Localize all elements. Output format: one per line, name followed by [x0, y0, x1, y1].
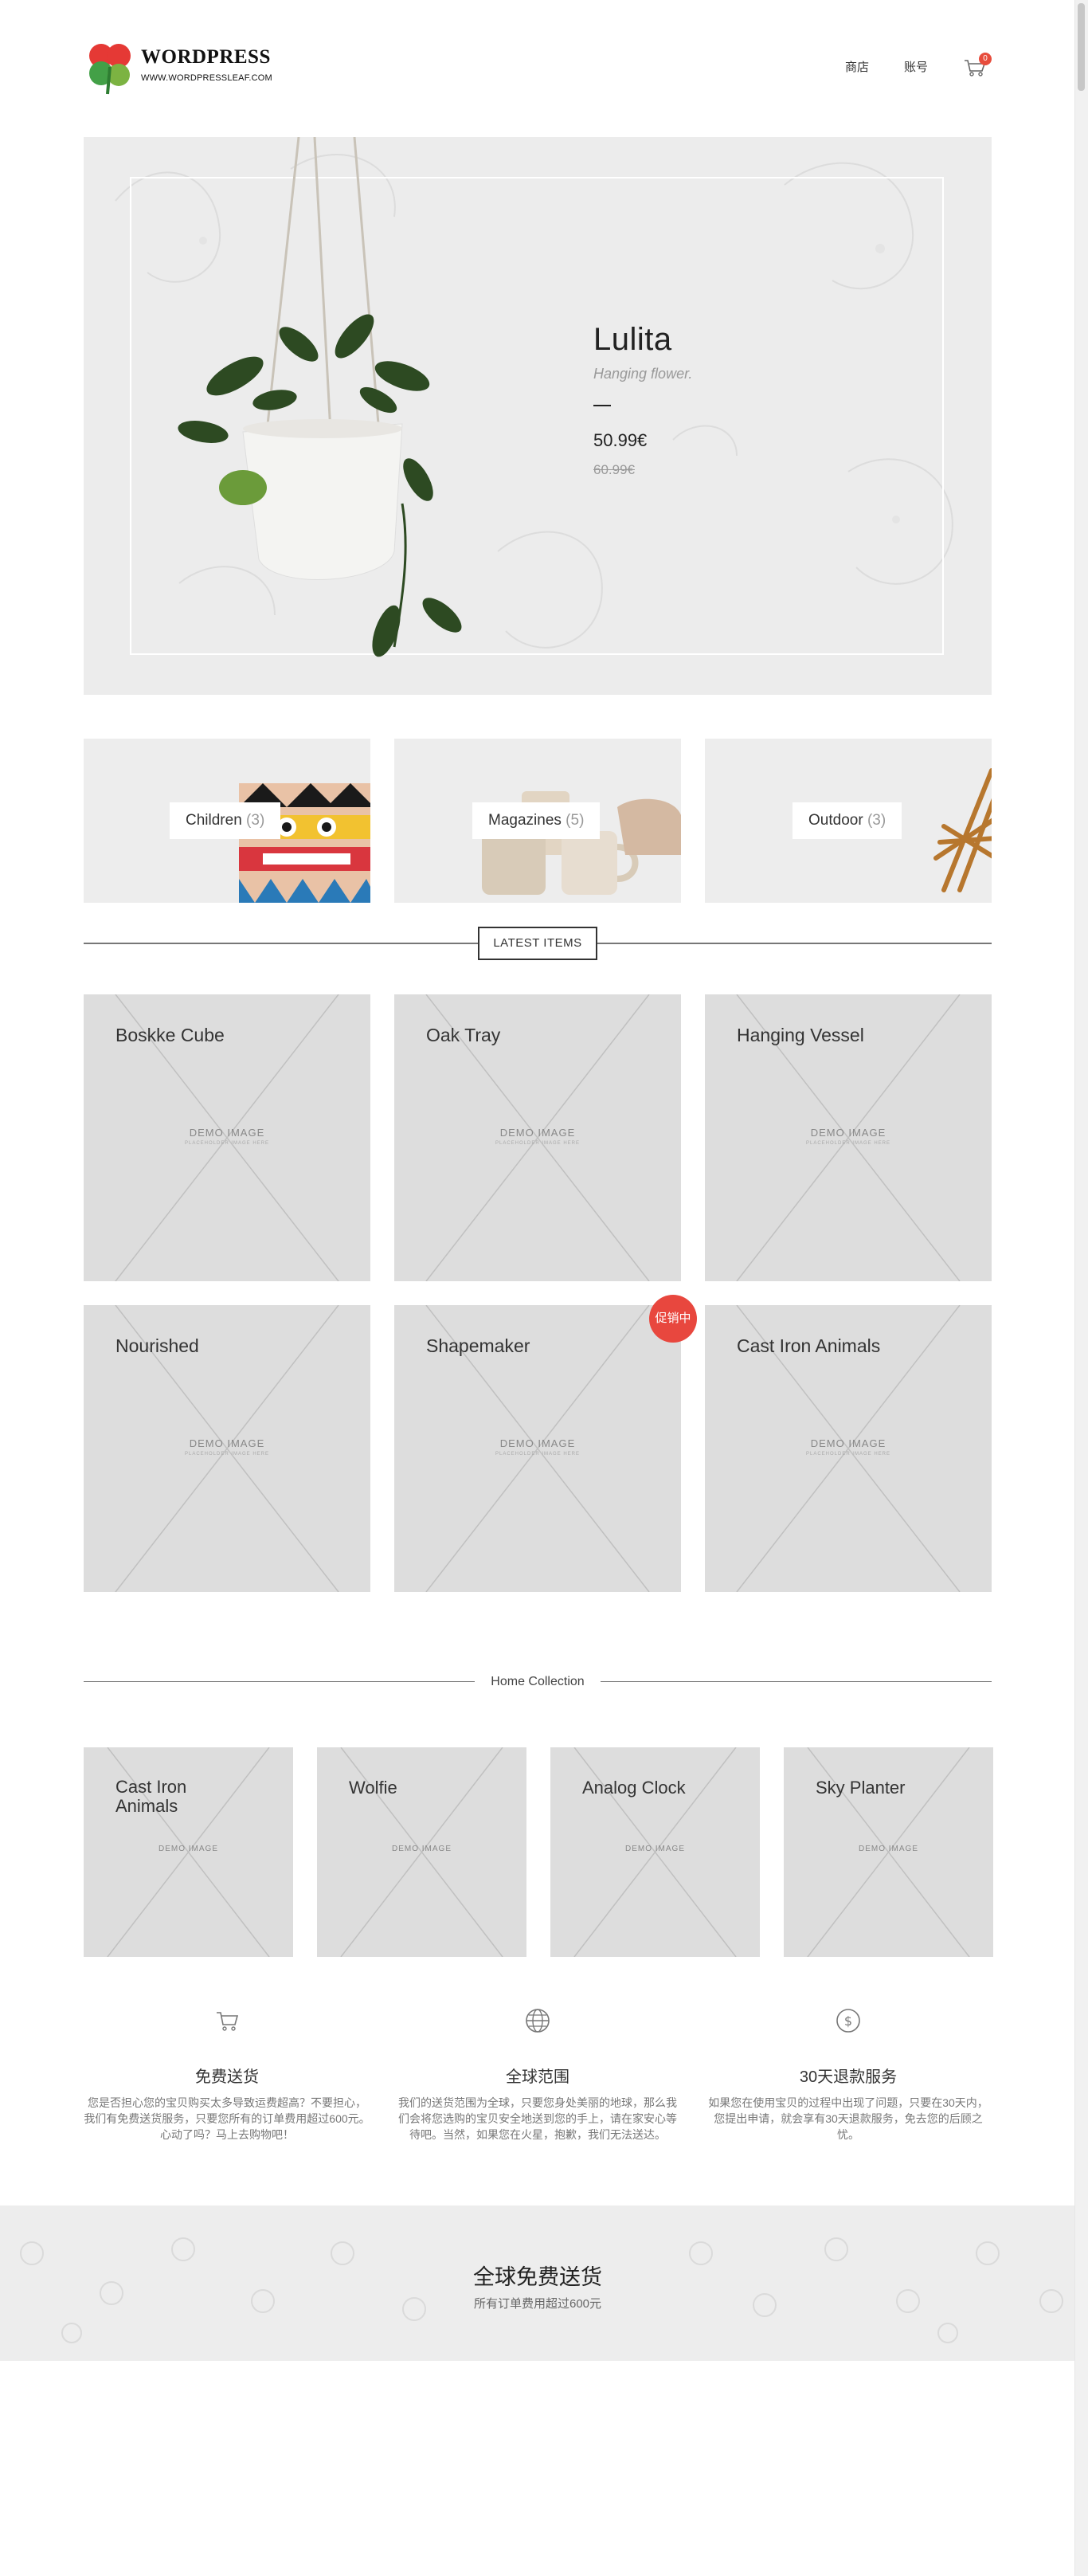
- site-logo[interactable]: WORDPRESS WWW.WORDPRESSLEAF.COM: [84, 38, 275, 96]
- hero-price: 50.99€: [593, 430, 648, 450]
- dollar-icon: $: [836, 2009, 860, 2033]
- band-subtitle: 所有订单费用超过600元: [473, 2297, 602, 2311]
- globe-icon: [526, 2009, 550, 2033]
- clover-logo-icon: [89, 44, 131, 95]
- demo-image-label: DEMO IMAGE: [189, 1437, 265, 1449]
- demo-image-sublabel: PLACEHOLDER IMAGE HERE: [805, 1141, 891, 1146]
- logo-url-text: WWW.WORDPRESSLEAF.COM: [141, 73, 272, 83]
- demo-image-label: DEMO IMAGE: [499, 1437, 576, 1449]
- page: WORDPRESS WWW.WORDPRESSLEAF.COM 商店 账号 0: [0, 0, 1075, 2576]
- home-collection-heading: Home Collection: [475, 1672, 601, 1692]
- collection-tile[interactable]: Sky Planter DEMO IMAGE: [784, 1747, 993, 1957]
- feature-worldwide: 全球范围 我们的送货范围为全球，只要您身处美丽的地球，那么我们会将您选购的宝贝安…: [394, 2008, 681, 2143]
- category-count: (5): [566, 812, 585, 829]
- nav-shop[interactable]: 商店: [845, 58, 869, 75]
- sale-badge: 促销中: [649, 1295, 697, 1343]
- feature-text: 您是否担心您的宝贝购买太多导致运费超高？不要担心，我们有免费送货服务，只要您所有…: [84, 2096, 370, 2141]
- collection-item-name[interactable]: Sky Planter: [816, 1778, 906, 1798]
- product-name[interactable]: Hanging Vessel: [737, 1025, 864, 1046]
- collection-item-name[interactable]: Analog Clock: [582, 1778, 686, 1798]
- category-count: (3): [867, 812, 886, 829]
- category-name: Outdoor: [808, 812, 863, 829]
- hanging-plant-image: [178, 137, 462, 657]
- product-name[interactable]: Cast Iron Animals: [737, 1335, 880, 1357]
- feature-title: 免费送货: [195, 2068, 259, 2086]
- magazines-cups-image: [482, 791, 681, 895]
- collection-tile[interactable]: Cast Iron Animals DEMO IMAGE: [84, 1747, 293, 1957]
- children-toy-image: [239, 783, 370, 903]
- shipping-promo-band: 全球免费送货 所有订单费用超过600元: [0, 2205, 1075, 2361]
- product-name[interactable]: Oak Tray: [426, 1025, 500, 1046]
- feature-text: 我们的送货范围为全球，只要您身处美丽的地球，那么我们会将您选购的宝贝安全地送到您…: [398, 2096, 677, 2141]
- product-name[interactable]: Nourished: [115, 1335, 199, 1357]
- band-title: 全球免费送货: [473, 2265, 602, 2289]
- collection-item-name[interactable]: Cast Iron Animals: [115, 1778, 203, 1816]
- demo-image-label: DEMO IMAGE: [499, 1127, 576, 1139]
- cart-icon: [217, 2012, 239, 2031]
- demo-image-label: DEMO IMAGE: [189, 1127, 265, 1139]
- feature-free-shipping: 免费送货 您是否担心您的宝贝购买太多导致运费超高？不要担心，我们有免费送货服务，…: [84, 2008, 370, 2143]
- feature-title: 30天退款服务: [799, 2068, 898, 2086]
- hero-title[interactable]: Lulita: [593, 322, 832, 358]
- demo-image-label: DEMO IMAGE: [391, 1845, 452, 1853]
- product-tile[interactable]: Hanging Vessel DEMO IMAGE PLACEHOLDER IM…: [705, 994, 992, 1281]
- demo-image-sublabel: PLACEHOLDER IMAGE HERE: [184, 1141, 270, 1146]
- category-label: Outdoor (3): [793, 802, 902, 839]
- hero-old-price: 60.99€: [593, 462, 635, 477]
- page-scrollbar[interactable]: [1074, 0, 1088, 2576]
- collection-tile[interactable]: Wolfie DEMO IMAGE: [317, 1747, 526, 1957]
- feature-title: 全球范围: [506, 2068, 569, 2086]
- cart-count-badge: 0: [979, 53, 992, 65]
- demo-image-label: DEMO IMAGE: [858, 1845, 918, 1853]
- category-label: Children (3): [170, 802, 281, 839]
- product-name[interactable]: Shapemaker: [426, 1335, 530, 1357]
- feature-refund: $ 30天退款服务 如果您在使用宝贝的过程中出现了问题，只要在30天内，您提出申…: [705, 2008, 992, 2143]
- collection-item-name[interactable]: Wolfie: [349, 1778, 397, 1798]
- site-header: WORDPRESS WWW.WORDPRESSLEAF.COM 商店 账号 0: [84, 38, 992, 96]
- hero-product-info: Lulita Hanging flower. 50.99€ 60.99€: [593, 322, 832, 478]
- demo-image-sublabel: PLACEHOLDER IMAGE HERE: [805, 1452, 891, 1457]
- outdoor-chair-image: [933, 768, 992, 892]
- category-count: (3): [246, 812, 265, 829]
- scrollbar-thumb[interactable]: [1078, 3, 1085, 91]
- main-nav: 商店 账号 0: [845, 53, 992, 78]
- product-name[interactable]: Boskke Cube: [115, 1025, 225, 1046]
- category-card-children[interactable]: Children (3): [84, 739, 370, 903]
- demo-image-label: DEMO IMAGE: [810, 1437, 886, 1449]
- product-tile[interactable]: Nourished DEMO IMAGE PLACEHOLDER IMAGE H…: [84, 1305, 370, 1592]
- feature-text: 如果您在使用宝贝的过程中出现了问题，只要在30天内，您提出申请，就会享有30天退…: [708, 2096, 988, 2141]
- product-tile[interactable]: Boskke Cube DEMO IMAGE PLACEHOLDER IMAGE…: [84, 994, 370, 1281]
- hero-banner[interactable]: Lulita Hanging flower. 50.99€ 60.99€: [84, 137, 992, 695]
- logo-brand-text: WORDPRESS: [141, 46, 271, 68]
- demo-image-sublabel: PLACEHOLDER IMAGE HERE: [495, 1452, 581, 1457]
- product-tile[interactable]: Oak Tray DEMO IMAGE PLACEHOLDER IMAGE HE…: [394, 994, 681, 1281]
- svg-text:$: $: [844, 2013, 852, 2029]
- demo-image-label: DEMO IMAGE: [624, 1845, 685, 1853]
- latest-items-heading: LATEST ITEMS: [478, 927, 597, 960]
- nav-account[interactable]: 账号: [904, 58, 928, 75]
- demo-image-label: DEMO IMAGE: [158, 1845, 218, 1853]
- collection-tile[interactable]: Analog Clock DEMO IMAGE: [550, 1747, 760, 1957]
- product-tile[interactable]: Cast Iron Animals DEMO IMAGE PLACEHOLDER…: [705, 1305, 992, 1592]
- cart-button[interactable]: 0: [963, 53, 992, 78]
- hero-subtitle: Hanging flower.: [593, 366, 693, 382]
- demo-image-sublabel: PLACEHOLDER IMAGE HERE: [184, 1452, 270, 1457]
- category-card-magazines[interactable]: Magazines (5): [394, 739, 681, 903]
- category-cards: Children (3) Magazines (5) Outdoor (3): [84, 739, 992, 903]
- demo-image-sublabel: PLACEHOLDER IMAGE HERE: [495, 1141, 581, 1146]
- category-label: Magazines (5): [472, 802, 601, 839]
- hero-divider: [593, 405, 611, 406]
- category-name: Magazines: [488, 812, 562, 829]
- category-name: Children: [186, 812, 242, 829]
- category-card-outdoor[interactable]: Outdoor (3): [705, 739, 992, 903]
- product-tile[interactable]: Shapemaker DEMO IMAGE PLACEHOLDER IMAGE …: [394, 1305, 681, 1592]
- demo-image-label: DEMO IMAGE: [810, 1127, 886, 1139]
